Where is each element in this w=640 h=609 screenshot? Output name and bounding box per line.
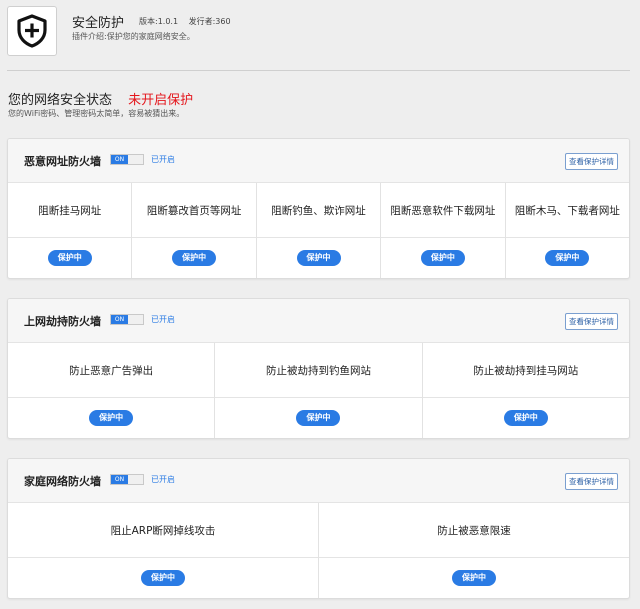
malicious-url-firewall-card: 恶意网址防火墙 ON 已开启 查看保护详情 阻断挂马网址 保护中 阻断篡改首页等… <box>7 138 630 279</box>
status-state: 未开启保护 <box>128 93 194 108</box>
toggle-on-label: ON <box>111 155 128 164</box>
card-header: 上网劫持防火墙 ON 已开启 查看保护详情 <box>8 299 629 343</box>
shield-plus-icon <box>7 6 57 56</box>
protecting-badge: 保护中 <box>296 410 341 426</box>
protection-item-label: 防止被劫持到挂马网站 <box>422 343 629 398</box>
protecting-badge: 保护中 <box>452 570 496 586</box>
home-network-firewall-card: 家庭网络防火墙 ON 已开启 查看保护详情 阻止ARP断网掉线攻击 保护中 防止… <box>7 458 630 599</box>
protection-item-label: 阻断木马、下载者网址 <box>505 183 629 238</box>
enabled-status: 已开启 <box>151 155 175 164</box>
protection-item: 防止被劫持到挂马网站 保护中 <box>422 343 629 438</box>
security-status: 您的网络安全状态 未开启保护 <box>8 89 193 108</box>
toggle-off-area <box>128 475 143 484</box>
view-details-button[interactable]: 查看保护详情 <box>565 473 618 490</box>
toggle-off-area <box>128 155 143 164</box>
protection-item: 阻断挂马网址 保护中 <box>8 183 133 278</box>
protecting-badge: 保护中 <box>47 250 92 266</box>
protection-item: 防止恶意广告弹出 保护中 <box>8 343 216 438</box>
enabled-status: 已开启 <box>151 315 175 324</box>
protecting-badge: 保护中 <box>503 410 548 426</box>
protection-item-label: 阻断挂马网址 <box>8 183 132 238</box>
plugin-publisher: 发行者:360 <box>188 17 231 26</box>
status-title: 您的网络安全状态 <box>8 93 113 108</box>
protection-items: 阻止ARP断网掉线攻击 保护中 防止被恶意限速 保护中 <box>8 503 629 598</box>
protection-item: 阻断恶意软件下载网址 保护中 <box>381 183 506 278</box>
protection-item: 阻止ARP断网掉线攻击 保护中 <box>8 503 319 598</box>
protection-items: 阻断挂马网址 保护中 阻断篡改首页等网址 保护中 阻断钓鱼、欺诈网址 保护中 阻… <box>8 183 629 278</box>
card-header: 家庭网络防火墙 ON 已开启 查看保护详情 <box>8 459 629 503</box>
card-title: 上网劫持防火墙 <box>24 315 101 328</box>
protecting-badge: 保护中 <box>141 570 185 586</box>
plugin-meta: 版本:1.0.1 发行者:360 <box>139 16 239 27</box>
toggle-on-label: ON <box>111 315 128 324</box>
status-subtitle: 您的WiFi密码、管理密码太简单，容易被猜出来。 <box>8 109 185 118</box>
toggle-on-label: ON <box>111 475 128 484</box>
protection-item: 防止被劫持到钓鱼网站 保护中 <box>215 343 423 438</box>
protection-item-label: 阻断恶意软件下载网址 <box>381 183 505 238</box>
protecting-badge: 保护中 <box>296 250 341 266</box>
firewall-toggle[interactable]: ON <box>110 314 144 325</box>
protection-item-label: 防止恶意广告弹出 <box>8 343 215 398</box>
plugin-title: 安全防护 <box>72 16 125 31</box>
card-title: 恶意网址防火墙 <box>24 155 101 168</box>
protection-item-label: 防止被劫持到钓鱼网站 <box>215 343 422 398</box>
toggle-off-area <box>128 315 143 324</box>
protection-items: 防止恶意广告弹出 保护中 防止被劫持到钓鱼网站 保护中 防止被劫持到挂马网站 保… <box>8 343 629 438</box>
protection-item: 阻断篡改首页等网址 保护中 <box>132 183 257 278</box>
plugin-version: 版本:1.0.1 <box>139 17 179 26</box>
protecting-badge: 保护中 <box>89 410 134 426</box>
card-header: 恶意网址防火墙 ON 已开启 查看保护详情 <box>8 139 629 183</box>
view-details-button[interactable]: 查看保护详情 <box>565 153 618 170</box>
protection-item: 阻断木马、下载者网址 保护中 <box>505 183 629 278</box>
protecting-badge: 保护中 <box>420 250 465 266</box>
protection-item: 阻断钓鱼、欺诈网址 保护中 <box>256 183 382 278</box>
firewall-toggle[interactable]: ON <box>110 474 144 485</box>
protecting-badge: 保护中 <box>172 250 217 266</box>
protection-item-label: 阻断篡改首页等网址 <box>132 183 256 238</box>
protection-item-label: 防止被恶意限速 <box>319 503 629 558</box>
firewall-toggle[interactable]: ON <box>110 154 144 165</box>
card-title: 家庭网络防火墙 <box>24 475 101 488</box>
protection-item: 防止被恶意限速 保护中 <box>319 503 629 598</box>
protection-item-label: 阻止ARP断网掉线攻击 <box>8 503 318 558</box>
enabled-status: 已开启 <box>151 475 175 484</box>
protecting-badge: 保护中 <box>545 250 590 266</box>
plugin-header: 安全防护 版本:1.0.1 发行者:360 插件介绍:保护您的家庭网络安全。 <box>7 6 633 70</box>
plugin-description: 插件介绍:保护您的家庭网络安全。 <box>72 32 195 41</box>
hijack-firewall-card: 上网劫持防火墙 ON 已开启 查看保护详情 防止恶意广告弹出 保护中 防止被劫持… <box>7 298 630 439</box>
view-details-button[interactable]: 查看保护详情 <box>565 313 618 330</box>
protection-item-label: 阻断钓鱼、欺诈网址 <box>256 183 381 238</box>
header-divider <box>7 70 630 71</box>
